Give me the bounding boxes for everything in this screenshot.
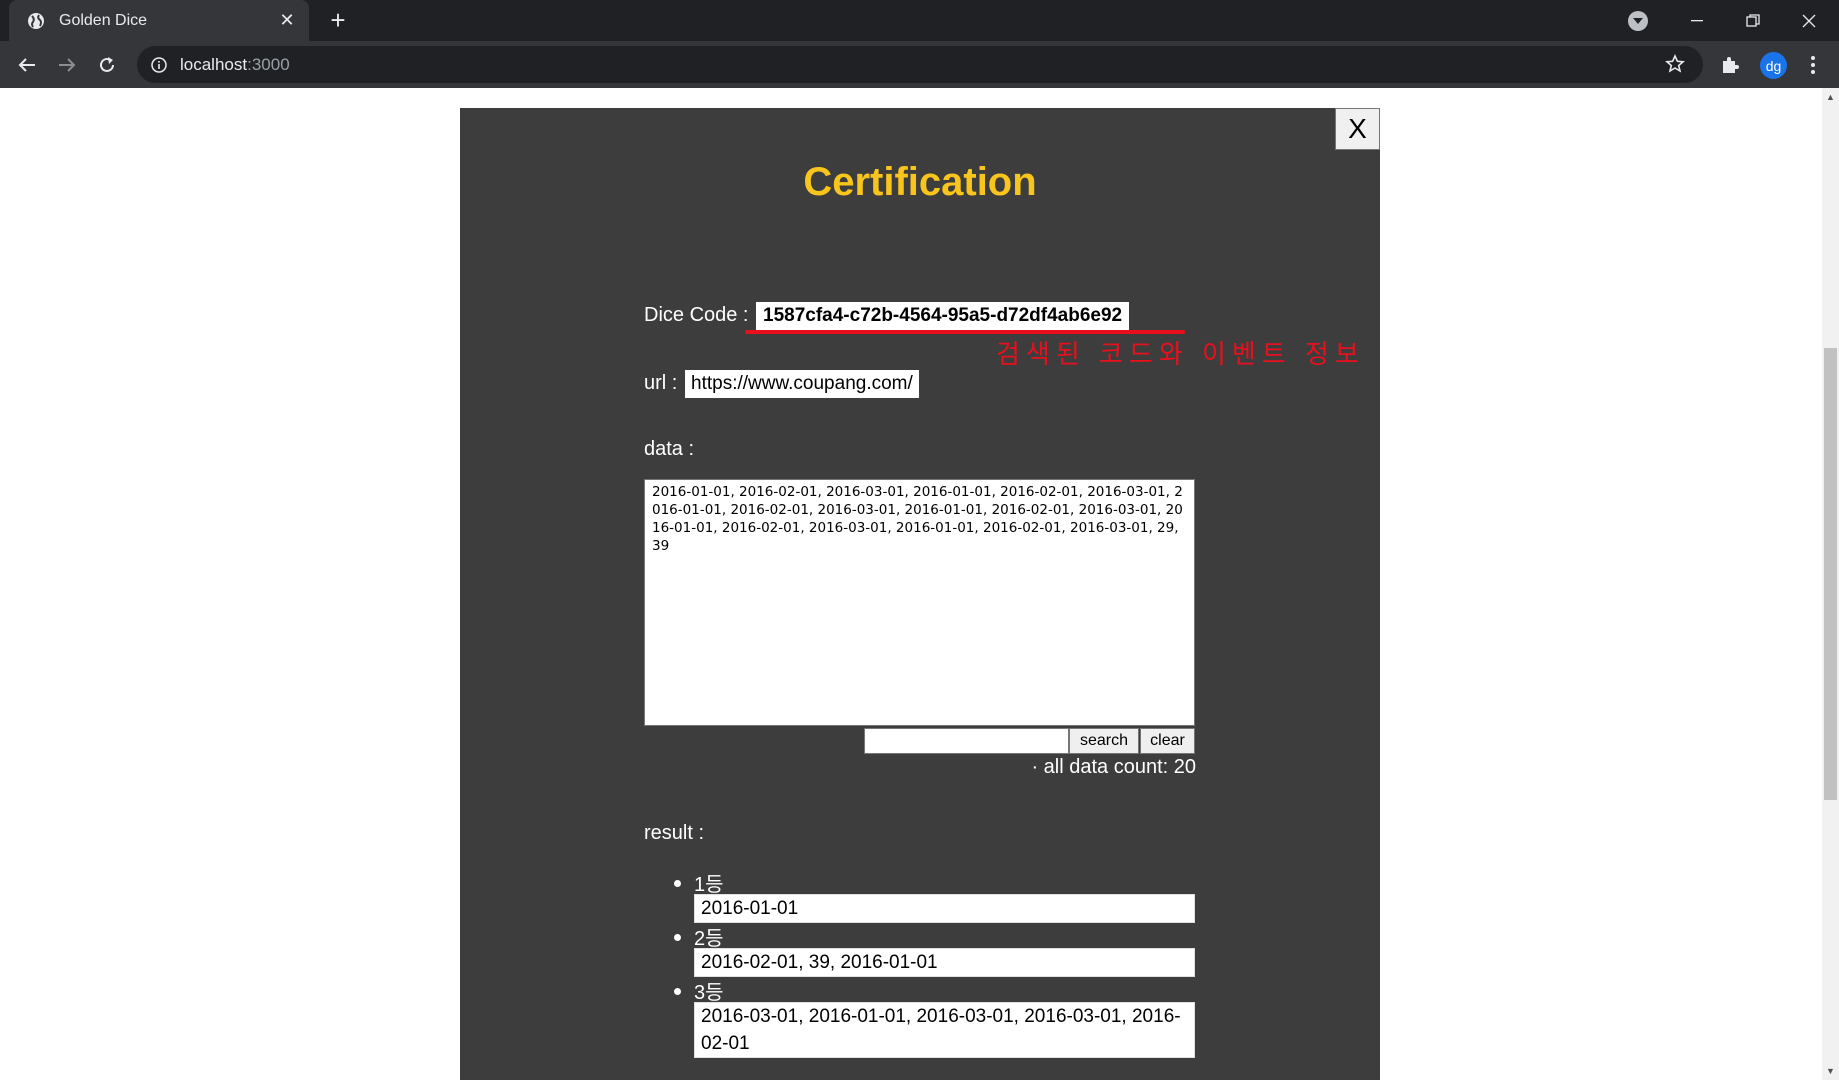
url-label: url : <box>644 372 678 394</box>
data-label: data : <box>644 438 695 460</box>
bookmark-star-icon[interactable] <box>1665 54 1685 74</box>
address-bar[interactable]: localhost:3000 <box>137 46 1703 83</box>
scroll-thumb[interactable] <box>1824 348 1837 800</box>
annotation-text: 검색된 코드와 이벤트 정보 <box>996 339 1365 369</box>
site-info-icon[interactable] <box>149 55 169 75</box>
page-viewport: X Certification Dice Code : 1587cfa4-c72… <box>0 88 1822 1080</box>
result-rank: 3등 <box>694 982 724 1004</box>
modal-close-button[interactable]: X <box>1335 108 1380 150</box>
url-host: localhost <box>180 54 248 74</box>
page-scrollbar[interactable]: ▲ ▼ <box>1822 88 1839 1080</box>
clear-button[interactable]: clear <box>1140 728 1195 754</box>
data-textarea[interactable]: 2016-01-01, 2016-02-01, 2016-03-01, 2016… <box>644 479 1195 726</box>
result-value: 2016-02-01, 39, 2016-01-01 <box>694 948 1195 977</box>
dice-code-label: Dice Code : <box>644 304 749 326</box>
modal-title: Certification <box>803 160 1037 204</box>
url-value: https://www.coupang.com/ <box>685 370 919 398</box>
close-window-icon[interactable] <box>1781 0 1837 41</box>
search-button[interactable]: search <box>1069 728 1139 754</box>
browser-tabstrip: Golden Dice ✕ + <box>0 0 1839 41</box>
result-label: result : <box>644 822 705 844</box>
reload-icon[interactable] <box>91 49 123 81</box>
scroll-up-arrow-icon[interactable]: ▲ <box>1826 92 1835 104</box>
tab-search-icon[interactable] <box>1628 11 1648 31</box>
browser-tab[interactable]: Golden Dice ✕ <box>9 0 309 41</box>
globe-icon <box>26 11 46 31</box>
data-count-text: · all data count: 20 <box>1031 756 1196 778</box>
browser-menu-icon[interactable] <box>1805 54 1821 76</box>
list-bullet <box>674 880 681 887</box>
tab-close-icon[interactable]: ✕ <box>277 10 297 30</box>
list-bullet <box>674 934 681 941</box>
extensions-puzzle-icon[interactable] <box>1720 54 1742 76</box>
minimize-icon[interactable] <box>1669 0 1725 41</box>
scroll-down-arrow-icon[interactable]: ▼ <box>1826 1066 1835 1078</box>
result-value: 2016-03-01, 2016-01-01, 2016-03-01, 2016… <box>694 1002 1195 1058</box>
list-bullet <box>674 988 681 995</box>
browser-toolbar: localhost:3000 dg <box>0 41 1839 88</box>
certification-modal: X Certification Dice Code : 1587cfa4-c72… <box>460 108 1380 1080</box>
dice-code-value: 1587cfa4-c72b-4564-95a5-d72df4ab6e92 <box>756 302 1130 330</box>
tab-title: Golden Dice <box>59 11 148 29</box>
search-input[interactable] <box>864 728 1069 754</box>
profile-avatar[interactable]: dg <box>1760 52 1787 79</box>
new-tab-button[interactable]: + <box>326 7 350 33</box>
back-icon[interactable] <box>11 49 43 81</box>
forward-icon[interactable] <box>51 49 83 81</box>
result-rank: 2등 <box>694 928 724 950</box>
url-port: :3000 <box>247 54 290 74</box>
restore-icon[interactable] <box>1725 0 1781 41</box>
result-value: 2016-01-01 <box>694 894 1195 923</box>
result-rank: 1등 <box>694 874 724 896</box>
